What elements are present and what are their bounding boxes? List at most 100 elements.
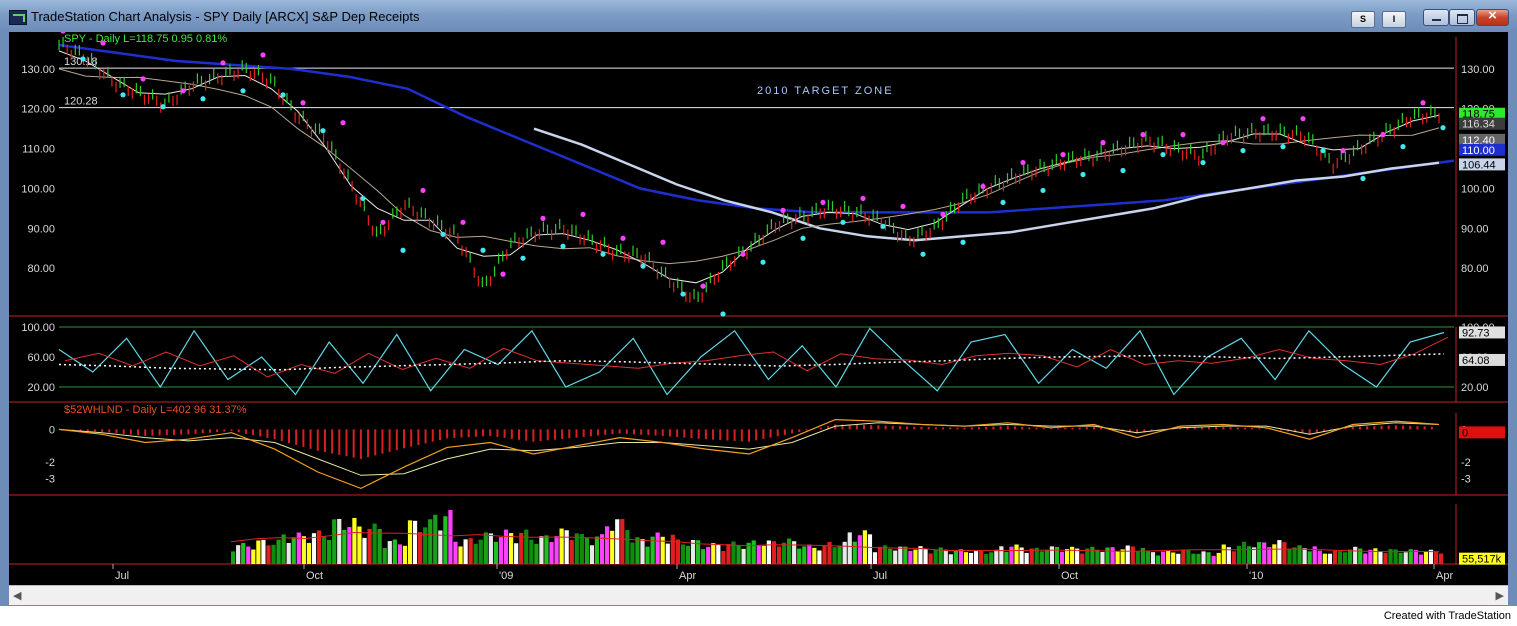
- volume-bar-174: [1110, 547, 1115, 564]
- volume-bar-53: [498, 537, 504, 564]
- volume-bar-113: [802, 546, 807, 564]
- swing-high-marker-2: [100, 40, 106, 46]
- swing-low-marker-65: [1360, 175, 1366, 182]
- volume-bar-58: [524, 529, 529, 564]
- minimize-button[interactable]: [1423, 9, 1449, 26]
- volume-bar-100: [736, 544, 741, 564]
- volume-bar-199: [1236, 545, 1242, 564]
- volume-bar-86: [665, 543, 670, 564]
- close-button[interactable]: [1476, 7, 1509, 26]
- volume-bar-204: [1262, 542, 1267, 564]
- swing-high-marker-12: [300, 100, 306, 106]
- swing-low-marker-67: [1400, 144, 1406, 150]
- window-title: TradeStation Chart Analysis - SPY Daily …: [31, 9, 420, 24]
- volume-bar-47: [468, 538, 473, 564]
- volume-bar-66: [564, 530, 569, 564]
- footer: Created with TradeStation: [0, 606, 1517, 626]
- volume-bar-134: [908, 550, 913, 564]
- volume-bar-44: [453, 541, 458, 564]
- swing-low-marker-31: [680, 291, 686, 297]
- ref-line-label-1: 120.28: [64, 96, 98, 108]
- volume-bar-54: [503, 529, 509, 564]
- volume-bar-209: [1287, 549, 1292, 564]
- swing-low-marker-59: [1240, 147, 1246, 154]
- symbol-link-button[interactable]: S: [1351, 11, 1375, 28]
- horizontal-scrollbar[interactable]: ◀ ▶: [9, 585, 1508, 605]
- swing-low-marker-37: [800, 235, 806, 241]
- volume-bar-88: [675, 539, 680, 564]
- swing-low-marker-29: [640, 263, 646, 269]
- swing-high-marker-62: [1300, 116, 1306, 122]
- volume-bar-183: [1155, 555, 1161, 564]
- volume-bar-11: [286, 543, 291, 564]
- volume-bar-108: [776, 546, 782, 564]
- breadth-tick-left-1: -2: [45, 457, 55, 469]
- time-tick-7: Apr: [1436, 570, 1453, 582]
- volume-bar-42: [443, 516, 448, 564]
- title-bar[interactable]: TradeStation Chart Analysis - SPY Daily …: [0, 0, 1517, 32]
- scroll-left-arrow-icon[interactable]: ◀: [13, 589, 21, 602]
- swing-high-marker-8: [220, 60, 226, 66]
- volume-bar-84: [655, 532, 660, 564]
- swing-high-marker-42: [900, 203, 906, 209]
- maximize-button[interactable]: [1449, 9, 1475, 26]
- volume-bar-77: [620, 518, 625, 564]
- volume-bar-8: [271, 544, 276, 564]
- time-tick-3: Apr: [679, 570, 696, 582]
- stoch-last-k: 92.73: [1462, 327, 1490, 339]
- interval-link-button[interactable]: I: [1382, 11, 1406, 28]
- volume-bar-123: [852, 541, 857, 564]
- volume-bar-45: [458, 546, 463, 564]
- volume-bar-126: [867, 534, 873, 564]
- swing-high-marker-32: [700, 283, 706, 289]
- volume-bar-5: [256, 540, 261, 564]
- price-tick-right-5: 80.00: [1461, 263, 1489, 275]
- volume-bar-210: [1292, 547, 1297, 564]
- volume-bar-221: [1348, 549, 1353, 564]
- volume-bar-186: [1171, 552, 1176, 564]
- chart-area[interactable]: 130.18120.28130.00130.00120.00120.00110.…: [9, 32, 1508, 585]
- scroll-right-arrow-icon[interactable]: ▶: [1496, 589, 1504, 602]
- swing-high-marker-40: [860, 195, 866, 202]
- volume-bar-196: [1221, 544, 1226, 564]
- volume-bar-190: [1191, 553, 1196, 564]
- volume-bar-82: [645, 546, 650, 564]
- volume-bar-168: [1080, 553, 1085, 564]
- volume-bar-36: [412, 520, 418, 564]
- swing-low-marker-53: [1120, 167, 1126, 174]
- volume-bar-71: [589, 545, 595, 564]
- swing-low-marker-39: [840, 219, 846, 225]
- tradestation-window: TradeStation Chart Analysis - SPY Daily …: [0, 0, 1517, 606]
- swing-low-marker-25: [560, 243, 566, 249]
- volume-bar-31: [387, 541, 392, 564]
- volume-bar-79: [630, 542, 635, 564]
- volume-bar-104: [756, 545, 761, 564]
- stoch-tick-left-0: 100.00: [21, 322, 55, 334]
- volume-bar-69: [579, 534, 584, 564]
- volume-bar-127: [872, 552, 878, 564]
- volume-bar-68: [574, 533, 579, 564]
- volume-bar-106: [766, 540, 771, 564]
- price-tick-right-3: 100.00: [1461, 183, 1495, 195]
- volume-bar-95: [711, 543, 716, 564]
- volume-bar-119: [832, 547, 837, 564]
- swing-low-marker-9: [240, 88, 246, 94]
- volume-bar-224: [1363, 553, 1368, 564]
- volume-bar-65: [559, 528, 564, 564]
- volume-bar-232: [1403, 552, 1408, 564]
- swing-high-marker-54: [1140, 132, 1146, 138]
- price-tick-left-5: 80.00: [27, 263, 55, 275]
- volume-bar-238: [1433, 551, 1439, 564]
- swing-high-marker-48: [1020, 159, 1026, 166]
- volume-bar-130: [888, 548, 893, 564]
- time-tick-0: Jul: [115, 570, 129, 582]
- volume-bar-164: [1059, 551, 1065, 564]
- breadth-last-label: 0: [1462, 427, 1468, 439]
- price-tick-right-4: 90.00: [1461, 223, 1489, 235]
- volume-bar-148: [979, 550, 984, 564]
- volume-bar-24: [352, 517, 357, 564]
- volume-bar-211: [1297, 545, 1302, 564]
- volume-bar-62: [544, 535, 549, 564]
- swing-low-marker-69: [1440, 125, 1446, 131]
- volume-bar-137: [923, 548, 928, 564]
